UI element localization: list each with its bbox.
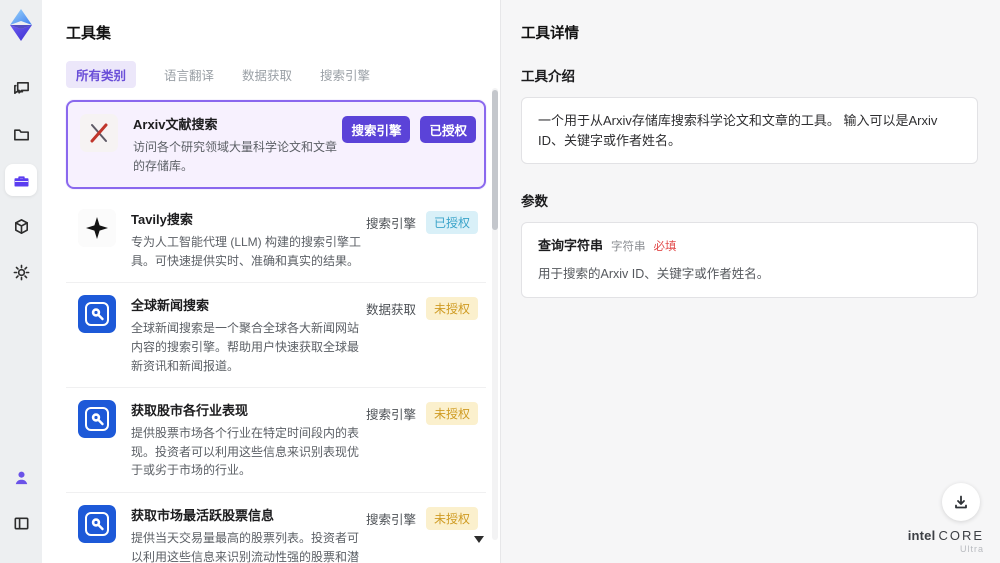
- tool-description: 全球新闻搜索是一个聚合全球各大新闻网站内容的搜索引擎。帮助用户快速获取全球最新资…: [131, 321, 360, 373]
- sidebar-item-chat[interactable]: [5, 72, 37, 104]
- sidebar-item-settings[interactable]: [5, 256, 37, 288]
- parameter-card: 查询字符串 字符串 必填 用于搜索的Arxiv ID、关键字或作者姓名。: [521, 222, 978, 298]
- category-badge: 搜索引擎: [342, 116, 411, 143]
- sidebar-item-files[interactable]: [5, 118, 37, 150]
- app-root: 工具集 所有类别 语言翻译 数据获取 搜索引擎 Arxiv文献搜索 访问各个研究…: [0, 0, 1000, 563]
- tool-row[interactable]: 获取股市各行业表现 提供股票市场各个行业在特定时间段内的表现。投资者可以利用这些…: [66, 388, 486, 493]
- page-title: 工具集: [66, 25, 112, 42]
- sidebar-item-packages[interactable]: [5, 210, 37, 242]
- tool-list-panel: 工具集 所有类别 语言翻译 数据获取 搜索引擎 Arxiv文献搜索 访问各个研究…: [42, 0, 500, 563]
- auth-status-badge: 已授权: [420, 116, 476, 143]
- app-logo-icon: [6, 8, 36, 42]
- arxiv-icon: [80, 114, 118, 152]
- auth-status-badge: 未授权: [425, 297, 478, 321]
- tool-title: 获取市场最活跃股票信息: [131, 507, 275, 523]
- tool-row[interactable]: 全球新闻搜索 全球新闻搜索是一个聚合全球各大新闻网站内容的搜索引擎。帮助用户快速…: [66, 283, 486, 389]
- scrollbar-thumb[interactable]: [492, 90, 498, 230]
- folder-icon: [13, 128, 29, 141]
- tool-row[interactable]: Tavily搜索 专为人工智能代理 (LLM) 构建的搜索引擎工具。可快速提供实…: [66, 197, 486, 284]
- params-heading: 参数: [521, 194, 548, 209]
- tool-row[interactable]: Arxiv文献搜索 访问各个研究领域大量科学论文和文章的存储库。 搜索引擎 已授…: [66, 100, 486, 190]
- chat-icon: [13, 81, 29, 94]
- core-wordmark: CORE: [938, 527, 984, 543]
- category-badge: 搜索引擎: [365, 217, 416, 232]
- detail-title: 工具详情: [521, 26, 579, 42]
- category-tab-0[interactable]: 所有类别: [66, 61, 137, 88]
- category-badge: 搜索引擎: [365, 512, 416, 527]
- tool-title: 全球新闻搜索: [131, 298, 210, 314]
- tool-description: 提供当天交易量最高的股票列表。投资者可以利用这些信息来识别流动性强的股票和潜在的…: [131, 530, 360, 563]
- auth-status-badge: 已授权: [425, 211, 478, 235]
- sidebar-rail: [0, 0, 42, 563]
- intel-core-logo: intel CORE Ultra: [908, 527, 984, 555]
- tool-title: 获取股市各行业表现: [131, 403, 249, 419]
- parameter-required-badge: 必填: [653, 241, 677, 253]
- auth-status-badge: 未授权: [425, 506, 478, 530]
- tool-title: Tavily搜索: [131, 212, 193, 228]
- user-icon: [15, 471, 27, 484]
- intro-heading: 工具介绍: [521, 69, 575, 84]
- parameter-description: 用于搜索的Arxiv ID、关键字或作者姓名。: [538, 267, 770, 282]
- sidebar-item-tools[interactable]: [5, 164, 37, 196]
- tool-description: 提供股票市场各个行业在特定时间段内的表现。投资者可以利用这些信息来识别表现优于或…: [131, 426, 360, 478]
- panel-toggle-button[interactable]: [5, 507, 37, 539]
- tool-description: 专为人工智能代理 (LLM) 构建的搜索引擎工具。可快速提供实时、准确和真实的结…: [131, 235, 362, 268]
- tool-intro-text: 一个用于从Arxiv存储库搜索科学论文和文章的工具。 输入可以是Arxiv ID…: [521, 97, 978, 164]
- scrollbar[interactable]: [492, 88, 498, 540]
- search-blue-icon: [78, 400, 116, 439]
- user-avatar[interactable]: [5, 461, 37, 493]
- category-tab-2[interactable]: 数据获取: [242, 61, 292, 88]
- intel-wordmark: intel: [907, 527, 936, 543]
- search-blue-icon: [78, 504, 116, 543]
- tavily-icon: [78, 209, 116, 248]
- parameter-header: 查询字符串 字符串 必填: [538, 236, 961, 256]
- toolbox-icon: [14, 175, 28, 187]
- tool-row[interactable]: 获取市场最活跃股票信息 提供当天交易量最高的股票列表。投资者可以利用这些信息来识…: [66, 492, 486, 563]
- parameter-type: 字符串: [611, 241, 646, 253]
- download-button[interactable]: [942, 483, 980, 521]
- auth-status-badge: 未授权: [425, 402, 478, 426]
- ultra-wordmark: Ultra: [959, 544, 984, 555]
- category-tab-1[interactable]: 语言翻译: [164, 61, 214, 88]
- category-tabs: 所有类别 语言翻译 数据获取 搜索引擎: [66, 61, 486, 88]
- tool-title: Arxiv文献搜索: [133, 117, 218, 132]
- scroll-down-arrow-icon[interactable]: [474, 536, 484, 543]
- tool-detail-panel: 工具详情 工具介绍 一个用于从Arxiv存储库搜索科学论文和文章的工具。 输入可…: [500, 0, 1000, 563]
- category-tab-3[interactable]: 搜索引擎: [320, 61, 370, 88]
- parameter-name: 查询字符串: [538, 238, 604, 253]
- tool-description: 访问各个研究领域大量科学论文和文章的存储库。: [133, 140, 338, 173]
- category-badge: 数据获取: [365, 303, 416, 318]
- gear-icon: [13, 264, 29, 280]
- search-blue-icon: [78, 295, 116, 334]
- tool-list: Arxiv文献搜索 访问各个研究领域大量科学论文和文章的存储库。 搜索引擎 已授…: [66, 100, 486, 563]
- download-icon: [955, 495, 967, 509]
- panel-toggle-icon: [14, 516, 28, 530]
- cube-icon: [14, 218, 28, 234]
- category-badge: 搜索引擎: [365, 408, 416, 423]
